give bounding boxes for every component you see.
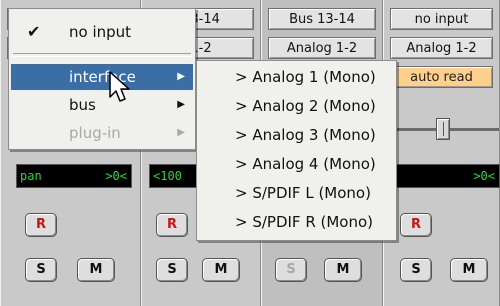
chevron-right-icon: ▶	[177, 127, 185, 138]
input-selector[interactable]: Analog 1-2	[390, 37, 493, 59]
solo-button[interactable]: S	[25, 258, 57, 282]
arrow-pointer-icon	[109, 71, 130, 102]
submenu-item-analog-1[interactable]: > Analog 1 (Mono)	[197, 63, 396, 91]
submenu-item-analog-2[interactable]: > Analog 2 (Mono)	[197, 92, 396, 120]
solo-button[interactable]: S	[156, 258, 188, 282]
pan-display[interactable]: >0<	[392, 164, 500, 188]
menu-separator	[13, 53, 191, 57]
submenu-item-analog-4[interactable]: > Analog 4 (Mono)	[197, 150, 396, 178]
record-arm-button[interactable]: R	[400, 213, 432, 237]
input-selector[interactable]: Analog 1-2	[268, 37, 376, 59]
output-selector[interactable]: no input	[390, 8, 493, 30]
volume-fader-handle[interactable]	[436, 118, 450, 140]
mute-button[interactable]: M	[450, 258, 488, 282]
mute-button[interactable]: M	[77, 258, 115, 282]
output-selector[interactable]: Bus 13-14	[268, 8, 376, 30]
submenu-item-analog-3[interactable]: > Analog 3 (Mono)	[197, 121, 396, 149]
mute-button[interactable]: M	[202, 258, 240, 282]
record-arm-button[interactable]: R	[25, 213, 57, 237]
channel-strip-4: no input Analog 1-2 auto read >0< R S M	[383, 0, 500, 306]
chevron-right-icon: ▶	[177, 71, 185, 82]
menu-item-bus[interactable]: bus ▶	[11, 92, 193, 118]
menu-item-no-input[interactable]: ✔ no input	[11, 19, 193, 45]
automation-mode-selector[interactable]: auto read	[390, 66, 493, 88]
pan-display[interactable]: pan >0<	[16, 164, 132, 188]
submenu-item-spdif-r[interactable]: > S/PDIF R (Mono)	[197, 208, 396, 236]
menu-item-interface[interactable]: interface ▶	[11, 64, 193, 90]
checkmark-icon: ✔	[27, 22, 41, 41]
solo-button[interactable]: S	[400, 258, 432, 282]
record-arm-button[interactable]: R	[156, 213, 188, 237]
solo-button[interactable]: S	[275, 258, 307, 282]
input-popup-menu: ✔ no input interface ▶ bus ▶ plug-in ▶	[8, 8, 196, 150]
submenu-item-spdif-l[interactable]: > S/PDIF L (Mono)	[197, 179, 396, 207]
menu-item-plug-in: plug-in ▶	[11, 120, 193, 146]
interface-submenu: > Analog 1 (Mono) > Analog 2 (Mono) > An…	[196, 60, 397, 241]
mute-button[interactable]: M	[324, 258, 362, 282]
chevron-right-icon: ▶	[177, 99, 185, 110]
